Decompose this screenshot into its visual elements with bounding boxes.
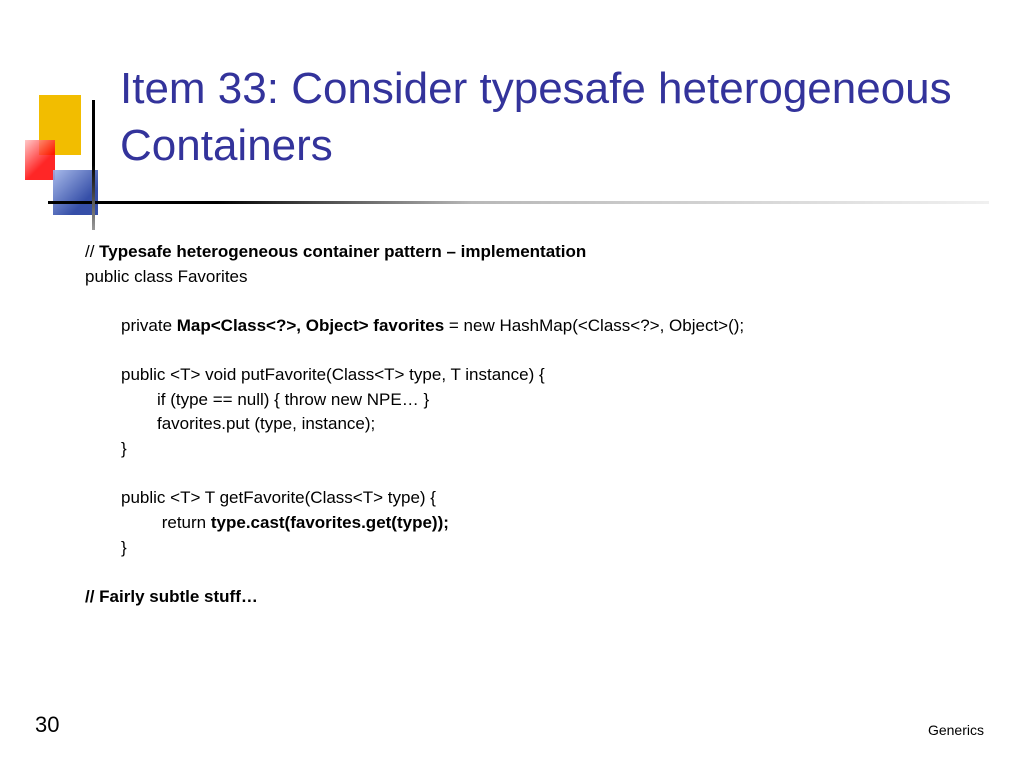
code-line: public <T> void putFavorite(Class<T> typ… (85, 363, 964, 388)
code-line: return (157, 513, 211, 532)
code-line: } (85, 437, 964, 462)
code-line: public class Favorites (85, 265, 964, 290)
slide-body: // Typesafe heterogeneous container patt… (85, 240, 964, 610)
code-line: public <T> T getFavorite(Class<T> type) … (85, 486, 964, 511)
code-line: if (type == null) { throw new NPE… } (85, 388, 964, 413)
code-line: = new HashMap(<Class<?>, Object>(); (444, 316, 744, 335)
slide-decoration (25, 95, 95, 205)
code-line: Typesafe heterogeneous container pattern… (99, 242, 586, 261)
vertical-rule (92, 100, 95, 230)
code-line: type.cast(favorites.get(type)); (211, 513, 449, 532)
code-line: // Fairly subtle stuff… (85, 585, 964, 610)
page-number: 30 (35, 712, 59, 738)
slide-title: Item 33: Consider typesafe heterogeneous… (120, 60, 964, 174)
code-line: private (121, 316, 177, 335)
footer-label: Generics (928, 722, 984, 738)
code-line: // (85, 242, 99, 261)
code-line: Map<Class<?>, Object> favorites (177, 316, 444, 335)
code-line: favorites.put (type, instance); (85, 412, 964, 437)
code-line: } (85, 536, 964, 561)
horizontal-rule (48, 201, 989, 204)
